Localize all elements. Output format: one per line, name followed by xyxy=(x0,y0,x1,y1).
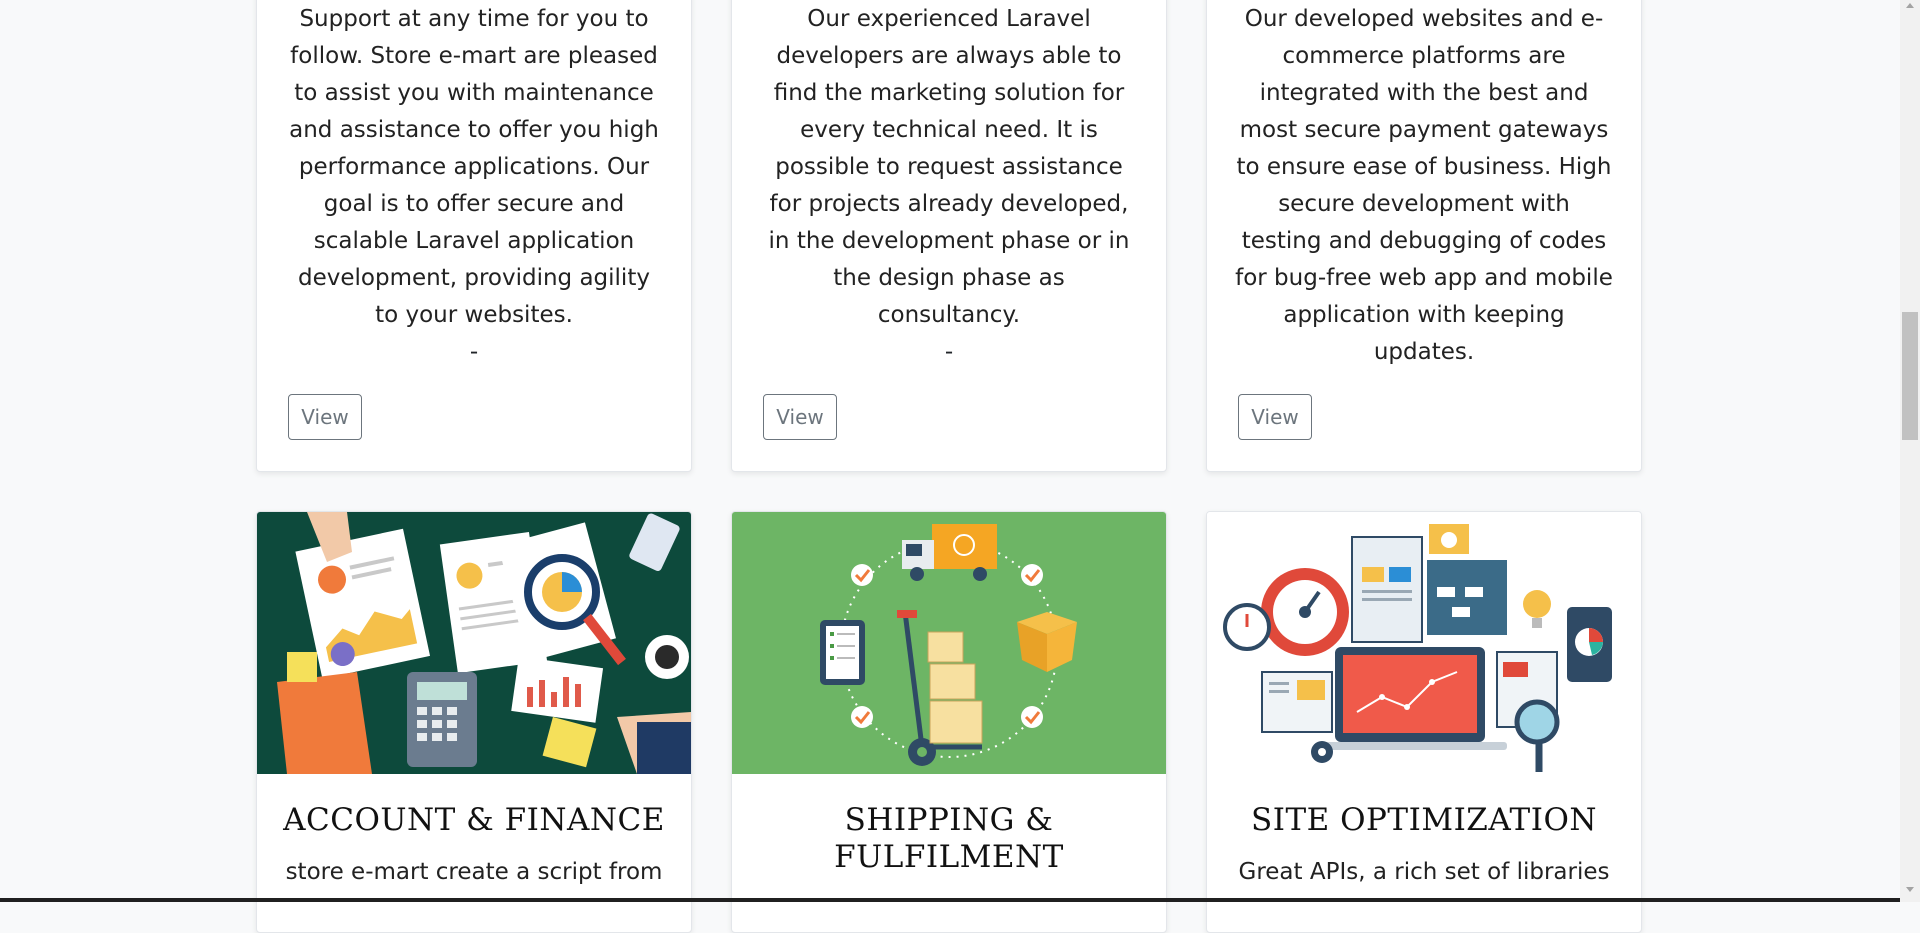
view-button[interactable]: View xyxy=(1238,394,1312,440)
card-description: Great APIs, a rich set of libraries xyxy=(1238,859,1610,885)
service-card: Our experienced Laravel developers are a… xyxy=(731,0,1167,472)
card-description: Our developed websites and e- commerce p… xyxy=(1235,6,1613,365)
card-separator: - xyxy=(469,339,479,365)
service-card: SHIPPING & FULFILMENT xyxy=(731,511,1167,933)
scrollbar-thumb[interactable] xyxy=(1902,312,1918,440)
view-button[interactable]: View xyxy=(763,394,837,440)
card-title: SHIPPING & FULFILMENT xyxy=(834,802,1064,875)
view-button[interactable]: View xyxy=(288,394,362,440)
card-title: ACCOUNT & FINANCE xyxy=(283,802,665,838)
service-card: Our developed websites and e- commerce p… xyxy=(1206,0,1642,472)
card-description: Support at any time for you to follow. S… xyxy=(289,6,659,328)
service-card: Support at any time for you to follow. S… xyxy=(256,0,692,472)
card-description: Our experienced Laravel developers are a… xyxy=(768,6,1130,328)
vertical-scrollbar[interactable] xyxy=(1900,0,1920,902)
finance-illustration xyxy=(257,512,691,774)
bottom-edge xyxy=(0,898,1900,902)
optimization-illustration xyxy=(1207,512,1641,774)
scroll-up-arrow-icon[interactable] xyxy=(1906,3,1914,8)
service-card: ACCOUNT & FINANCE store e-mart create a … xyxy=(256,511,692,933)
service-card: SITE OPTIMIZATION Great APIs, a rich set… xyxy=(1206,511,1642,933)
scroll-down-arrow-icon[interactable] xyxy=(1906,887,1914,892)
card-separator: - xyxy=(944,339,954,365)
card-title: SITE OPTIMIZATION xyxy=(1250,802,1598,838)
card-description: store e-mart create a script from xyxy=(285,859,663,885)
shipping-illustration xyxy=(732,512,1166,774)
